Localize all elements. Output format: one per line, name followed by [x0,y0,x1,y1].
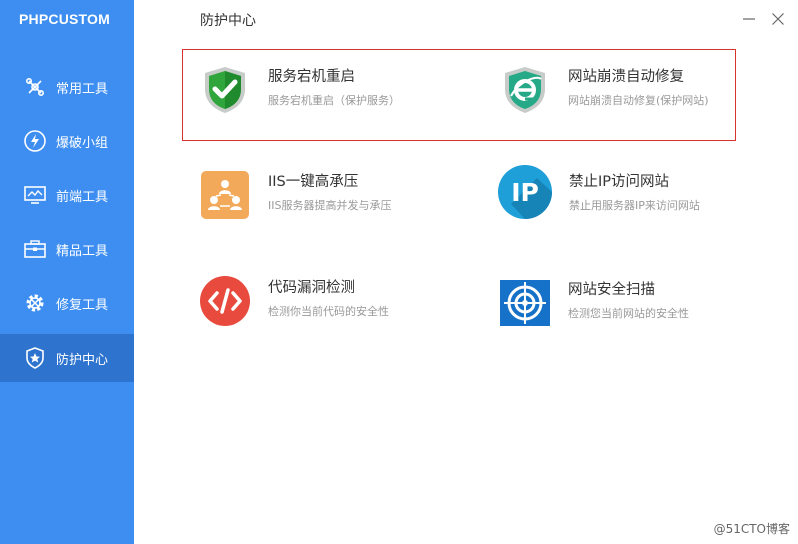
toolbox-icon [22,236,48,262]
sidebar-item-frontend-tools[interactable]: 前端工具 [0,171,134,219]
sidebar-item-label: 修复工具 [56,297,109,313]
app-logo: PHPCUSTOM [19,11,110,27]
sidebar-item-label: 防护中心 [56,352,109,368]
card-description: 检测您当前网站的安全性 [568,307,689,320]
code-icon [200,276,250,326]
gear-icon [22,290,48,316]
close-icon [772,13,784,25]
card-service-restart[interactable]: 服务宕机重启 服务宕机重启（保护服务） [200,65,400,115]
card-description: 网站崩溃自动修复(保护网站) [568,94,709,107]
minimize-button[interactable] [742,11,756,25]
shield-check-icon [200,65,250,115]
card-title: 代码漏洞检测 [268,280,355,296]
card-title: 服务宕机重启 [268,69,355,85]
shield-star-icon [22,345,48,371]
card-title: IIS一键高承压 [268,174,359,190]
sidebar-item-brute-force[interactable]: 爆破小组 [0,117,134,165]
close-button[interactable] [771,11,785,25]
ie-shield-icon [500,65,550,115]
card-title: 网站安全扫描 [568,282,655,298]
card-iis-high-load[interactable]: IIS一键高承压 IIS服务器提高并发与承压 [200,170,391,220]
card-description: 检测你当前代码的安全性 [268,305,389,318]
card-site-security-scan[interactable]: 网站安全扫描 检测您当前网站的安全性 [500,278,689,328]
card-block-ip-access[interactable]: IP 禁止IP访问网站 禁止用服务器IP来访问网站 [497,164,700,220]
svg-text:IP: IP [511,178,539,207]
card-description: 服务宕机重启（保护服务） [268,94,400,107]
sidebar-item-label: 精品工具 [56,243,109,259]
network-users-icon [200,170,250,220]
tools-icon [22,74,48,100]
minimize-icon [743,18,755,20]
sidebar-item-label: 前端工具 [56,189,109,205]
card-title: 网站崩溃自动修复 [568,69,684,85]
page-title: 防护中心 [200,13,256,29]
sidebar-item-premium-tools[interactable]: 精品工具 [0,225,134,273]
card-code-vuln-scan[interactable]: 代码漏洞检测 检测你当前代码的安全性 [200,276,389,326]
sidebar: PHPCUSTOM 常用工具 爆破小组 前端工具 精品工具 修复工具 防护中心 [0,0,134,544]
card-description: 禁止用服务器IP来访问网站 [569,199,700,212]
monitor-icon [22,182,48,208]
card-site-auto-repair[interactable]: 网站崩溃自动修复 网站崩溃自动修复(保护网站) [500,65,709,115]
target-icon [500,278,550,328]
watermark: @51CTO博客 [713,522,790,536]
sidebar-item-protection-center[interactable]: 防护中心 [0,334,134,382]
sidebar-item-label: 爆破小组 [56,135,109,151]
sidebar-item-label: 常用工具 [56,81,109,97]
sidebar-item-repair-tools[interactable]: 修复工具 [0,279,134,327]
ip-badge-icon: IP [497,164,553,220]
card-description: IIS服务器提高并发与承压 [268,199,392,212]
card-title: 禁止IP访问网站 [569,174,670,190]
lightning-icon [22,128,48,154]
sidebar-item-common-tools[interactable]: 常用工具 [0,63,134,111]
